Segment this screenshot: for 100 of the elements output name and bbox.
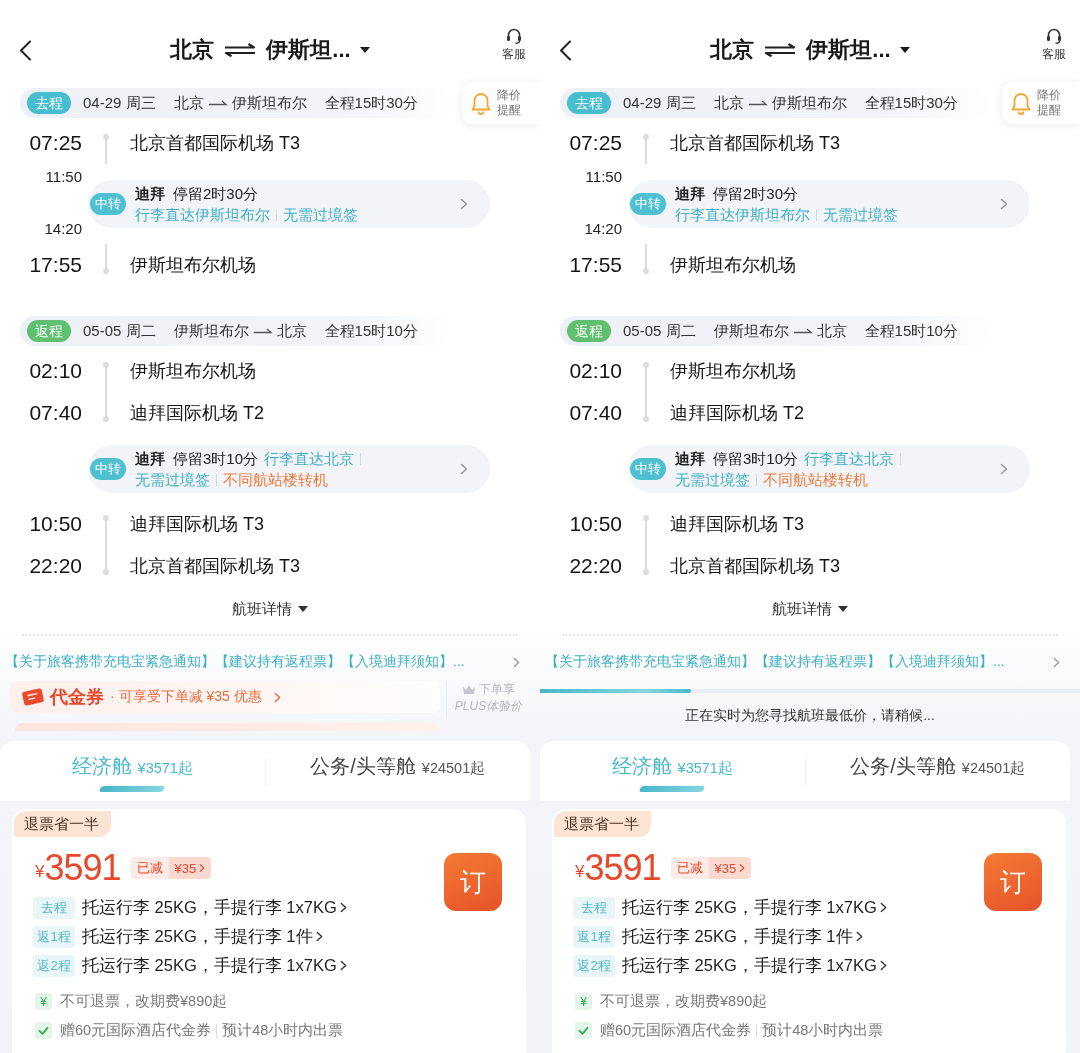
refund-tag: 退票省一半 bbox=[554, 811, 651, 837]
flight-time: 10:50 bbox=[568, 512, 622, 536]
policy-text: 赠60元国际酒店代金券 bbox=[60, 1021, 212, 1040]
bell-icon bbox=[1010, 91, 1032, 115]
tab-indicator bbox=[98, 786, 166, 792]
baggage-allowance[interactable]: 托运行李 25KG，手提行李 1件 bbox=[82, 925, 313, 948]
flight-time: 10:50 bbox=[28, 512, 82, 536]
chevron-right-icon bbox=[513, 656, 520, 668]
transfer-card[interactable]: 中转 迪拜 停留3时10分 行李直达北京 无需过境签 不同航站楼转机 bbox=[628, 444, 1030, 493]
baggage-allowance[interactable]: 托运行李 25KG，手提行李 1件 bbox=[622, 925, 853, 948]
discount-badge[interactable]: 已减 ¥35 bbox=[130, 857, 212, 879]
leg-badge: 去程 bbox=[27, 92, 71, 114]
caret-down-icon bbox=[298, 606, 308, 612]
leg-badge: 返程 bbox=[567, 320, 611, 342]
transfer-note: 无需过境签 bbox=[675, 470, 750, 488]
timeline-connector bbox=[643, 134, 649, 164]
caret-down-icon bbox=[838, 606, 848, 612]
airport-name: 伊斯坦布尔机场 bbox=[130, 254, 256, 277]
timeline-connector bbox=[643, 244, 649, 274]
chevron-right-icon bbox=[339, 960, 347, 971]
price-alert-button[interactable]: 降价提醒 bbox=[462, 82, 540, 124]
departure-time: 14:20 bbox=[584, 220, 622, 238]
airport-name: 迪拜国际机场 T3 bbox=[670, 513, 804, 536]
transfer-badge: 中转 bbox=[630, 193, 666, 215]
baggage-allowance[interactable]: 托运行李 25KG，手提行李 1x7KG bbox=[622, 896, 877, 919]
price-alert-button[interactable]: 降价提醒 bbox=[1002, 82, 1080, 124]
flight-time: 02:10 bbox=[28, 359, 82, 383]
cabin-tab[interactable]: 公务/头等舱 ¥24501起 bbox=[265, 741, 530, 801]
timeline-connector bbox=[103, 134, 109, 164]
flight-time: 22:20 bbox=[28, 554, 82, 578]
back-icon[interactable] bbox=[19, 39, 32, 61]
currency-symbol: ¥ bbox=[575, 862, 585, 882]
transfer-city: 迪拜 bbox=[135, 185, 165, 202]
flight-details-toggle[interactable]: 航班详情 bbox=[232, 599, 308, 619]
leg-duration: 全程15时30分 bbox=[864, 93, 958, 113]
flight-time: 02:10 bbox=[568, 359, 622, 383]
fare-price: 3591 bbox=[44, 848, 121, 888]
transfer-badge: 中转 bbox=[90, 193, 126, 215]
transfer-note: 行李直达北京 bbox=[264, 449, 355, 467]
flight-time: 07:40 bbox=[568, 401, 622, 425]
customer-service-button[interactable]: 客服 bbox=[502, 25, 526, 63]
crown-icon bbox=[462, 684, 476, 695]
chevron-right-icon bbox=[339, 902, 347, 913]
chevron-right-icon bbox=[879, 960, 887, 971]
leg-origin: 伊斯坦布尔 bbox=[713, 321, 789, 341]
flight-details-toggle[interactable]: 航班详情 bbox=[772, 599, 848, 619]
discount-badge[interactable]: 已减 ¥35 bbox=[670, 857, 752, 879]
leg-destination: 伊斯坦布尔 bbox=[771, 93, 847, 113]
transfer-card[interactable]: 中转 迪拜 停留3时10分 行李直达北京 无需过境签 不同航站楼转机 bbox=[88, 444, 490, 493]
chevron-right-icon bbox=[199, 863, 206, 873]
baggage-allowance[interactable]: 托运行李 25KG，手提行李 1x7KG bbox=[82, 954, 337, 977]
flight-time: 07:25 bbox=[568, 131, 622, 155]
baggage-segment-tag: 返1程 bbox=[33, 925, 75, 948]
transfer-city: 迪拜 bbox=[675, 449, 705, 467]
leg-origin: 北京 bbox=[173, 93, 204, 113]
chevron-right-icon bbox=[460, 198, 468, 210]
airport-name: 北京首都国际机场 T3 bbox=[130, 132, 300, 155]
leg-duration: 全程15时10分 bbox=[864, 321, 958, 341]
transfer-note: 不同航站楼转机 bbox=[763, 470, 868, 488]
title-destination[interactable]: 伊斯坦... bbox=[266, 35, 351, 65]
transfer-note: 行李直达伊斯坦布尔 bbox=[135, 206, 270, 223]
voucher-title: 代金券 bbox=[50, 686, 104, 709]
policy-text: 预计48小时内出票 bbox=[762, 1021, 884, 1040]
baggage-segment-tag: 去程 bbox=[573, 896, 615, 919]
flight-time: 22:20 bbox=[568, 554, 622, 578]
transfer-note: 不同航站楼转机 bbox=[223, 470, 328, 488]
back-icon[interactable] bbox=[559, 39, 572, 61]
leg-duration: 全程15时30分 bbox=[324, 93, 418, 113]
check-icon bbox=[575, 1022, 592, 1039]
leg-date: 04-29 周三 bbox=[623, 93, 696, 113]
baggage-segment-tag: 返2程 bbox=[33, 954, 75, 977]
transfer-note: 无需过境签 bbox=[823, 206, 898, 223]
flight-time: 17:55 bbox=[568, 253, 622, 277]
chevron-right-icon bbox=[1000, 198, 1008, 210]
cabin-tab[interactable]: 公务/头等舱 ¥24501起 bbox=[805, 741, 1070, 801]
leg-date: 05-05 周二 bbox=[83, 321, 156, 341]
chevron-right-icon bbox=[855, 931, 863, 942]
airport-name: 迪拜国际机场 T3 bbox=[130, 513, 264, 536]
title-origin: 北京 bbox=[710, 36, 755, 64]
chevron-right-icon bbox=[739, 863, 746, 873]
transfer-note: 无需过境签 bbox=[283, 206, 358, 223]
baggage-segment-tag: 去程 bbox=[33, 896, 75, 919]
layover-duration: 停留3时10分 bbox=[173, 449, 259, 467]
arrival-time: 11:50 bbox=[45, 168, 82, 186]
customer-service-button[interactable]: 客服 bbox=[1042, 25, 1066, 63]
flight-time: 07:40 bbox=[28, 401, 82, 425]
chevron-right-icon bbox=[879, 902, 887, 913]
yen-icon: ¥ bbox=[35, 993, 52, 1010]
transfer-note: 行李直达伊斯坦布尔 bbox=[675, 206, 810, 223]
baggage-allowance[interactable]: 托运行李 25KG，手提行李 1x7KG bbox=[82, 896, 337, 919]
title-origin: 北京 bbox=[170, 36, 215, 64]
baggage-allowance[interactable]: 托运行李 25KG，手提行李 1x7KG bbox=[622, 954, 877, 977]
transfer-city: 迪拜 bbox=[675, 185, 705, 202]
voucher-banner[interactable]: 代金券 · 可享受下单减 ¥35 优惠 bbox=[10, 681, 440, 713]
title-destination[interactable]: 伊斯坦... bbox=[806, 35, 891, 65]
airport-name: 伊斯坦布尔机场 bbox=[670, 254, 796, 277]
chevron-right-icon bbox=[460, 462, 468, 475]
currency-symbol: ¥ bbox=[35, 862, 45, 882]
airport-name: 迪拜国际机场 T2 bbox=[670, 402, 804, 425]
policy-text: 不可退票，改期费¥890起 bbox=[600, 992, 768, 1011]
